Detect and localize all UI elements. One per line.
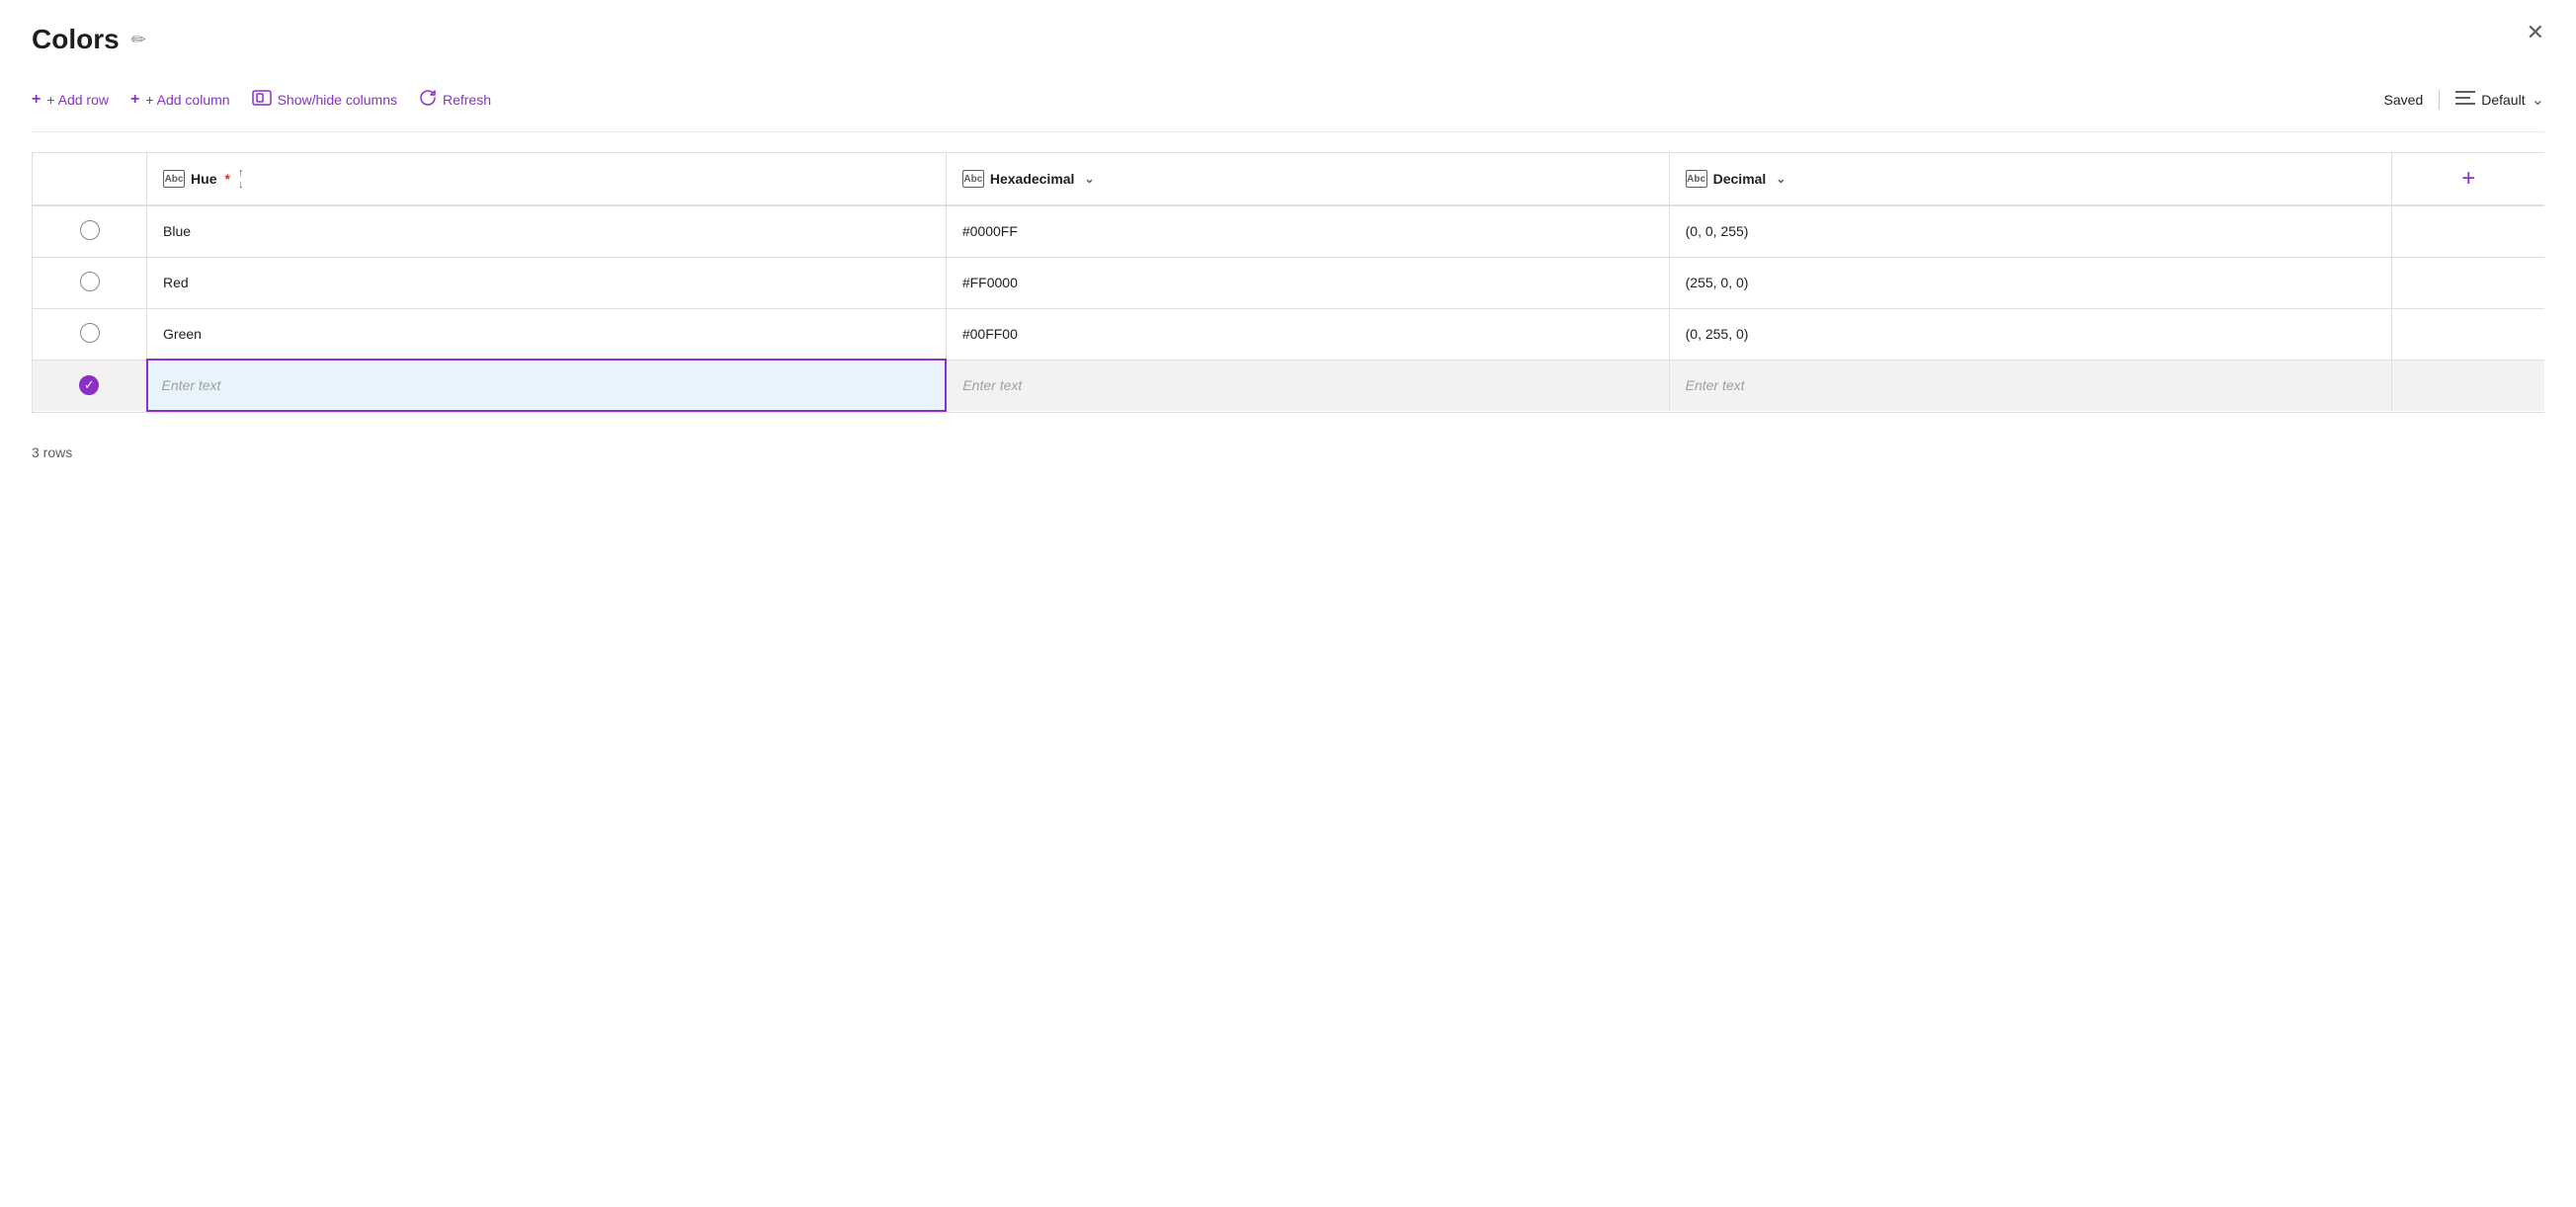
new-row: ✓ Enter text Enter text Enter text [33,360,2544,411]
toolbar-divider [2439,90,2440,110]
dec-chevron-icon[interactable]: ⌄ [1776,172,1786,186]
new-row-empty [2392,360,2544,411]
row-1-dec[interactable]: (0, 0, 255) [1669,205,2392,257]
row-3-empty [2392,308,2544,360]
data-table-wrapper: Abc Hue * ↑ ↓ Abc Hexadecimal [32,152,2544,413]
page-wrapper: ✕ Colors ✏ + + Add row + + Add column Sh… [0,0,2576,492]
add-column-button[interactable]: + + Add column [123,85,244,115]
refresh-icon [419,89,437,110]
new-row-hex-placeholder: Enter text [962,377,1022,393]
plus-icon: + [32,91,41,109]
show-hide-label: Show/hide columns [278,92,397,108]
row-3-dec[interactable]: (0, 255, 0) [1669,308,2392,360]
row-1-hex[interactable]: #0000FF [946,205,1669,257]
add-row-button[interactable]: + + Add row [32,85,123,115]
new-row-hue-placeholder: Enter text [162,377,221,393]
refresh-button[interactable]: Refresh [411,83,505,116]
row-1-radio[interactable] [80,220,100,240]
hue-sort-icons: ↑ ↓ [238,168,244,191]
th-hexadecimal[interactable]: Abc Hexadecimal ⌄ [946,153,1669,205]
table-row: Blue #0000FF (0, 0, 255) [33,205,2544,257]
hex-chevron-icon[interactable]: ⌄ [1084,172,1094,186]
default-label: Default [2481,92,2525,108]
add-column-label: + Add column [145,92,229,108]
chevron-down-icon: ⌄ [2532,90,2544,110]
data-table: Abc Hue * ↑ ↓ Abc Hexadecimal [33,153,2544,412]
toolbar: + + Add row + + Add column Show/hide col… [32,83,2544,132]
row-1-empty [2392,205,2544,257]
default-view-button[interactable]: Default ⌄ [2455,90,2544,110]
table-header-row: Abc Hue * ↑ ↓ Abc Hexadecimal [33,153,2544,205]
hue-col-label: Hue [191,171,216,187]
new-row-dec-input[interactable]: Enter text [1669,360,2392,411]
th-hue[interactable]: Abc Hue * ↑ ↓ [147,153,947,205]
dec-type-icon: Abc [1686,170,1707,188]
new-row-hex-input[interactable]: Enter text [946,360,1669,411]
row-3-hex[interactable]: #00FF00 [946,308,1669,360]
row-1-hue[interactable]: Blue [147,205,947,257]
th-add-col[interactable]: + [2392,153,2544,205]
page-header: Colors ✏ [32,24,2544,55]
saved-label: Saved [2384,92,2424,108]
page-title: Colors [32,24,120,55]
row-3-selector[interactable] [33,308,147,360]
row-2-hex[interactable]: #FF0000 [946,257,1669,308]
rows-count-label: 3 rows [32,444,72,460]
row-1-selector[interactable] [33,205,147,257]
hex-col-label: Hexadecimal [990,171,1075,187]
plus-icon-2: + [130,91,139,109]
add-column-btn-header[interactable]: + [2408,165,2529,193]
row-2-selector[interactable] [33,257,147,308]
row-2-dec[interactable]: (255, 0, 0) [1669,257,2392,308]
hue-type-icon: Abc [163,170,185,188]
th-decimal[interactable]: Abc Decimal ⌄ [1669,153,2392,205]
row-3-hue[interactable]: Green [147,308,947,360]
table-row: Red #FF0000 (255, 0, 0) [33,257,2544,308]
edit-icon[interactable]: ✏ [131,30,146,50]
th-selector [33,153,147,205]
table-row: Green #00FF00 (0, 255, 0) [33,308,2544,360]
hue-required-star: * [224,171,229,187]
new-row-hue-input[interactable]: Enter text [147,360,947,411]
row-2-radio[interactable] [80,272,100,291]
row-3-radio[interactable] [80,323,100,343]
row-2-hue[interactable]: Red [147,257,947,308]
lines-icon [2455,90,2475,109]
new-row-selector[interactable]: ✓ [33,360,147,411]
show-hide-button[interactable]: Show/hide columns [244,84,411,115]
dec-col-label: Decimal [1713,171,1767,187]
show-hide-icon [252,90,272,109]
toolbar-right: Saved Default ⌄ [2384,90,2544,110]
table-footer: 3 rows [32,444,2544,460]
hue-sort-up[interactable]: ↑ [238,168,244,179]
close-button[interactable]: ✕ [2527,22,2544,43]
new-row-radio-checked[interactable]: ✓ [79,375,99,395]
row-2-empty [2392,257,2544,308]
hue-sort-down[interactable]: ↓ [238,180,244,191]
new-row-dec-placeholder: Enter text [1686,377,1745,393]
refresh-label: Refresh [443,92,491,108]
add-row-label: + Add row [46,92,109,108]
hex-type-icon: Abc [962,170,984,188]
